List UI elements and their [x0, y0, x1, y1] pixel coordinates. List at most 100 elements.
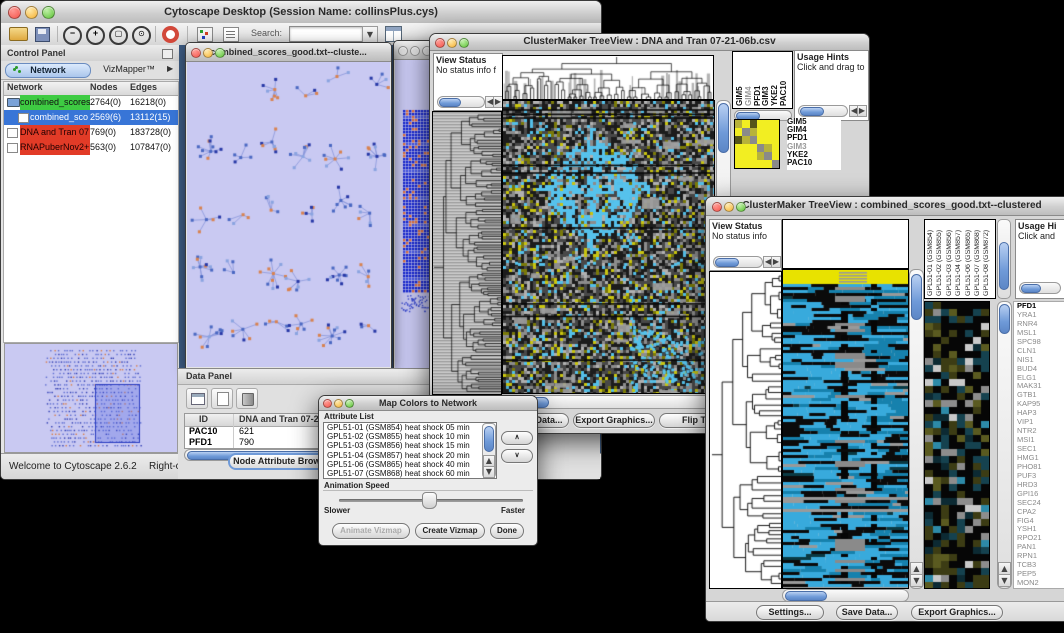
- gene-label[interactable]: RNR4: [1017, 320, 1064, 329]
- gene-label[interactable]: SEC1: [1017, 445, 1064, 454]
- gene-label[interactable]: PAN1: [1017, 543, 1064, 552]
- network-tree-row[interactable]: DNA and Tran 07 769(0) 183728(0): [4, 125, 178, 140]
- gene-label[interactable]: KAP95: [1017, 400, 1064, 409]
- scroll-down-icon[interactable]: ▼: [483, 466, 495, 478]
- minimize-icon[interactable]: [334, 399, 343, 408]
- col-nodes[interactable]: Nodes: [90, 82, 118, 92]
- gene-label[interactable]: YRA1: [1017, 311, 1064, 320]
- birdseye-panel[interactable]: [4, 343, 178, 453]
- float-panel-icon[interactable]: [162, 49, 173, 59]
- gene-label[interactable]: TCB3: [1017, 561, 1064, 570]
- tv1-heatmap[interactable]: [502, 100, 715, 394]
- attribute-list-item[interactable]: GPL51-06 (GSM865) heat shock 40 min: [324, 460, 482, 469]
- tab-vizmapper[interactable]: VizMapper™: [93, 63, 165, 76]
- column-label[interactable]: GPL51-03 (GSM856): [946, 220, 955, 296]
- trash-icon[interactable]: [236, 388, 258, 409]
- gene-label[interactable]: RPO21: [1017, 534, 1064, 543]
- treeview1-title-bar[interactable]: ClusterMaker TreeView : DNA and Tran 07-…: [430, 34, 869, 51]
- tv1-export-graphics-button[interactable]: Export Graphics...: [573, 413, 655, 428]
- column-label[interactable]: GIM3: [761, 52, 770, 106]
- tv1-column-dendrogram[interactable]: [502, 55, 714, 100]
- network-view-canvas[interactable]: [187, 62, 390, 367]
- gene-label[interactable]: PFD1: [1017, 302, 1064, 311]
- window-b-title-bar[interactable]: [394, 41, 433, 60]
- col-edges[interactable]: Edges: [130, 82, 157, 92]
- open-icon[interactable]: [9, 27, 28, 41]
- gene-label[interactable]: HRD3: [1017, 481, 1064, 490]
- close-icon[interactable]: [323, 399, 332, 408]
- zoom-out-icon[interactable]: −: [63, 26, 82, 45]
- minimize-icon[interactable]: [724, 202, 734, 212]
- close-icon[interactable]: [8, 6, 21, 19]
- network-tree-row[interactable]: combined_scores 2764(0) 16218(0): [4, 95, 178, 110]
- tv2-status-scrollbar[interactable]: [713, 256, 763, 268]
- main-title-bar[interactable]: Cytoscape Desktop (Session Name: collins…: [1, 1, 601, 24]
- tv2-export-graphics-button[interactable]: Export Graphics...: [911, 605, 1003, 620]
- scroll-right-icon[interactable]: ▶: [857, 105, 867, 117]
- tv2-settings-button[interactable]: Settings...: [756, 605, 824, 620]
- gene-label[interactable]: NIS1: [1017, 356, 1064, 365]
- tv2-save-data-button[interactable]: Save Data...: [836, 605, 898, 620]
- close-icon[interactable]: [191, 48, 201, 58]
- attribute-list[interactable]: GPL51-01 (GSM854) heat shock 05 minGPL51…: [323, 422, 497, 479]
- gene-label[interactable]: SPC98: [1017, 338, 1064, 347]
- window-a-title-bar[interactable]: combined_scores_good.txt--cluste...: [186, 43, 391, 62]
- annotation-icon[interactable]: [223, 27, 239, 42]
- gene-label[interactable]: CPA2: [1017, 508, 1064, 517]
- done-button[interactable]: Done: [490, 523, 524, 539]
- gene-label[interactable]: CLN1: [1017, 347, 1064, 356]
- tab-overflow-icon[interactable]: ▶: [167, 64, 173, 73]
- minimize-icon[interactable]: [25, 6, 38, 19]
- zoom-in-icon[interactable]: +: [86, 26, 105, 45]
- column-label[interactable]: PAC10: [779, 52, 788, 106]
- minimize-icon[interactable]: [410, 46, 420, 56]
- treeview2-title-bar[interactable]: ClusterMaker TreeView : combined_scores_…: [706, 197, 1064, 216]
- gene-label[interactable]: BUD4: [1017, 365, 1064, 374]
- tv1-row-dendrogram[interactable]: [432, 111, 502, 395]
- gene-label[interactable]: HAP3: [1017, 409, 1064, 418]
- col-network[interactable]: Network: [7, 82, 43, 92]
- minimize-icon[interactable]: [203, 48, 213, 58]
- scroll-down-icon[interactable]: ▼: [910, 574, 923, 587]
- tv1-status-scrollbar[interactable]: [437, 96, 485, 108]
- column-label[interactable]: GPL51-02 (GSM855): [936, 220, 945, 296]
- close-icon[interactable]: [435, 38, 445, 48]
- gene-label[interactable]: FIG4: [1017, 517, 1064, 526]
- new-page-icon[interactable]: [211, 388, 233, 409]
- search-input[interactable]: [289, 26, 363, 42]
- attribute-list-scrollbar[interactable]: ▲ ▼: [482, 423, 496, 478]
- scroll-down-icon[interactable]: ▼: [998, 574, 1011, 587]
- column-label[interactable]: GIM5: [735, 52, 744, 106]
- speed-slider-thumb[interactable]: [422, 492, 437, 509]
- cytopanel-icon[interactable]: [197, 27, 213, 42]
- tab-network[interactable]: Network: [5, 63, 91, 78]
- gene-label[interactable]: YSH1: [1017, 525, 1064, 534]
- gene-label[interactable]: ELG1: [1017, 374, 1064, 383]
- gene-label[interactable]: PUF3: [1017, 472, 1064, 481]
- column-label[interactable]: GPL51-04 (GSM857): [955, 220, 964, 296]
- gene-label[interactable]: PHO81: [1017, 463, 1064, 472]
- help-lifering-icon[interactable]: [162, 26, 179, 43]
- network-view-b-canvas[interactable]: [395, 60, 432, 370]
- save-icon[interactable]: [35, 27, 50, 42]
- column-label[interactable]: GIM4: [744, 52, 753, 106]
- zoom-window-icon[interactable]: [345, 399, 354, 408]
- animate-vizmap-button[interactable]: Animate Vizmap: [332, 523, 410, 539]
- close-icon[interactable]: [398, 46, 408, 56]
- column-label[interactable]: GPL51-01 (GSM854): [927, 220, 936, 296]
- zoom-window-icon[interactable]: [736, 202, 746, 212]
- create-vizmap-button[interactable]: Create Vizmap: [415, 523, 485, 539]
- network-tree-row[interactable]: RNAPuberNov2+! 563(0) 107847(0): [4, 140, 178, 155]
- gene-label[interactable]: MON2: [1017, 579, 1064, 588]
- attribute-list-item[interactable]: GPL51-07 (GSM868) heat shock 60 min: [324, 469, 482, 478]
- network-tree-row[interactable]: combined_sco 2569(6) 13112(15): [4, 110, 178, 125]
- gene-label[interactable]: VIP1: [1017, 418, 1064, 427]
- tv1-zoom-heatmap[interactable]: [734, 119, 780, 169]
- row-label[interactable]: PAC10: [787, 159, 841, 167]
- tv2-heatmap[interactable]: [782, 269, 909, 589]
- gene-label[interactable]: MSL1: [1017, 329, 1064, 338]
- tv2-usage-scrollbar[interactable]: [1019, 282, 1061, 294]
- close-icon[interactable]: [712, 202, 722, 212]
- move-up-button[interactable]: ∧: [501, 431, 533, 445]
- gene-label[interactable]: MAK31: [1017, 382, 1064, 391]
